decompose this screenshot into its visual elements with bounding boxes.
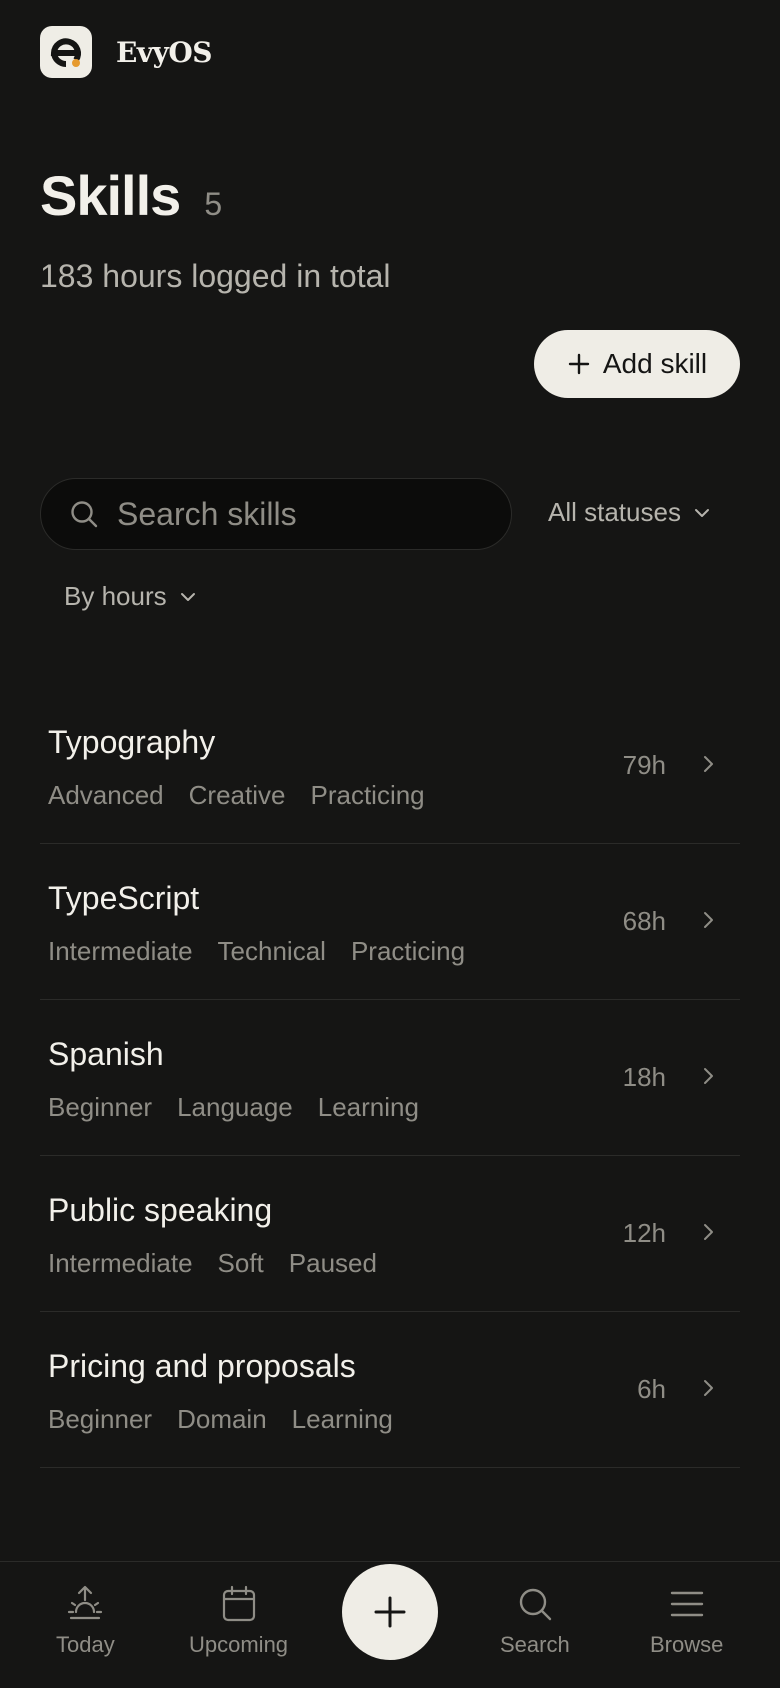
skill-hours: 6h — [637, 1374, 666, 1404]
nav-search[interactable]: Search — [500, 1584, 570, 1658]
nav-browse-label: Browse — [650, 1632, 724, 1657]
skill-tags: Beginner Domain Learning — [48, 1404, 393, 1435]
chevron-right-icon — [704, 912, 713, 928]
nav-today-label: Today — [56, 1632, 115, 1657]
total-hours-summary: 183 hours logged in total — [40, 258, 391, 294]
page-title: Skills — [40, 164, 181, 227]
nav-today[interactable]: Today — [56, 1584, 115, 1658]
app-header: EvyOS — [40, 26, 213, 78]
chevron-down-icon — [180, 592, 195, 601]
chevron-right-icon — [704, 1224, 713, 1240]
skill-tags: Intermediate Technical Practicing — [48, 936, 465, 967]
skill-row[interactable]: Typography Advanced Creative Practicing … — [40, 688, 740, 844]
skill-hours: 79h — [622, 750, 666, 780]
add-skill-label: Add skill — [602, 348, 708, 379]
plus-icon — [374, 1596, 406, 1628]
skill-status: Learning — [291, 1404, 393, 1434]
skill-name: Public speaking — [48, 1192, 273, 1228]
skill-hours: 12h — [622, 1218, 666, 1248]
nav-search-label: Search — [500, 1632, 570, 1657]
nav-upcoming[interactable]: Upcoming — [189, 1584, 288, 1658]
skill-status: Paused — [288, 1248, 377, 1278]
quick-add-button[interactable] — [342, 1564, 438, 1660]
skill-hours: 18h — [622, 1062, 666, 1092]
skill-level: Intermediate — [48, 1248, 193, 1278]
skill-tags: Beginner Language Learning — [48, 1092, 419, 1123]
search-icon — [71, 501, 98, 528]
skill-status: Practicing — [310, 780, 425, 810]
status-filter-dropdown[interactable]: All statuses — [548, 497, 711, 528]
title-row: Skills 5 — [40, 163, 222, 228]
skills-screen: EvyOS Skills 5 183 hours logged in total… — [0, 0, 780, 1688]
skill-tags: Advanced Creative Practicing — [48, 780, 425, 811]
skill-level: Intermediate — [48, 936, 193, 966]
skill-name: Spanish — [48, 1036, 164, 1072]
brand-name: EvyOS — [116, 35, 213, 69]
skill-row[interactable]: Pricing and proposals Beginner Domain Le… — [40, 1312, 740, 1468]
evyos-logo-icon — [50, 38, 81, 68]
chevron-right-icon — [704, 756, 713, 772]
skill-category: Creative — [188, 780, 286, 810]
skill-level: Advanced — [48, 780, 164, 810]
nav-upcoming-label: Upcoming — [189, 1632, 289, 1657]
plus-icon — [568, 353, 590, 375]
skills-count: 5 — [204, 186, 223, 222]
skill-row[interactable]: Public speaking Intermediate Soft Paused… — [40, 1156, 740, 1312]
sort-label: By hours — [64, 581, 167, 611]
skill-level: Beginner — [48, 1404, 153, 1434]
skill-category: Language — [177, 1092, 293, 1122]
skill-status: Learning — [317, 1092, 419, 1122]
add-skill-button[interactable]: Add skill — [534, 330, 740, 398]
chevron-right-icon — [704, 1380, 713, 1396]
skill-category: Soft — [217, 1248, 264, 1278]
skill-category: Technical — [217, 936, 326, 966]
menu-icon — [670, 1591, 703, 1617]
skill-name: TypeScript — [48, 880, 200, 916]
search-box[interactable] — [40, 478, 512, 550]
skill-tags: Intermediate Soft Paused — [48, 1248, 377, 1279]
calendar-icon — [222, 1585, 255, 1622]
skill-category: Domain — [177, 1404, 267, 1434]
search-icon — [519, 1588, 552, 1621]
skill-name: Pricing and proposals — [48, 1348, 356, 1384]
app-logo[interactable] — [40, 26, 92, 78]
status-filter-label: All statuses — [548, 497, 681, 527]
skill-row[interactable]: Spanish Beginner Language Learning 18h — [40, 1000, 740, 1156]
skill-list: Typography Advanced Creative Practicing … — [40, 688, 740, 1468]
sort-dropdown[interactable]: By hours — [64, 581, 197, 612]
search-input[interactable] — [117, 495, 477, 533]
skill-status: Practicing — [350, 936, 466, 966]
chevron-right-icon — [704, 1068, 713, 1084]
skill-name: Typography — [48, 724, 216, 760]
nav-browse[interactable]: Browse — [650, 1584, 723, 1658]
skill-row[interactable]: TypeScript Intermediate Technical Practi… — [40, 844, 740, 1000]
skill-hours: 68h — [622, 906, 666, 936]
skill-level: Beginner — [48, 1092, 153, 1122]
chevron-down-icon — [694, 508, 709, 517]
sunrise-icon — [68, 1585, 103, 1620]
